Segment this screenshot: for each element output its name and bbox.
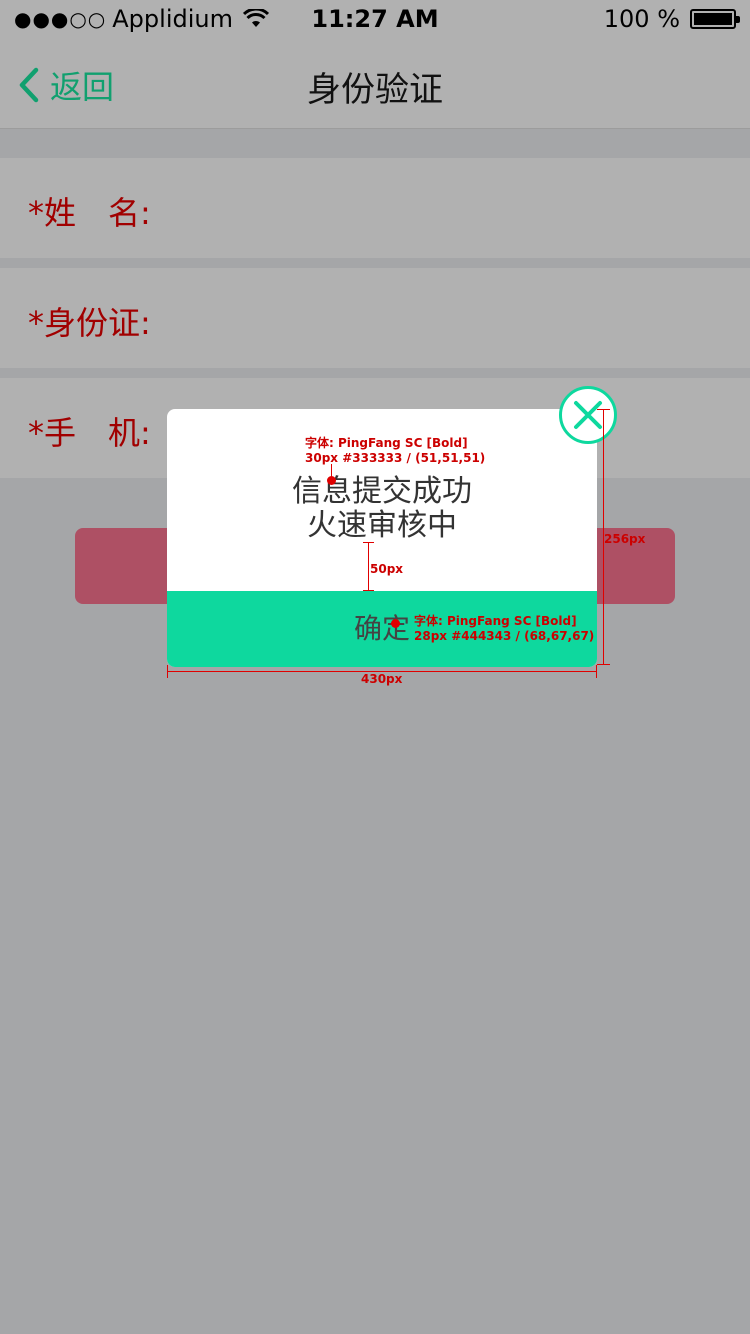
navigation-bar: 返回 身份验证 (0, 40, 750, 129)
gap-measure-line (368, 542, 369, 591)
gap-measure-tick-top (363, 542, 374, 543)
title-font-annotation-line2: 30px #333333 / (51,51,51) (305, 451, 486, 465)
dialog-message-line1: 信息提交成功 (292, 474, 472, 509)
gap-measure-tick-bottom (363, 590, 374, 591)
height-measure-label: 256px (604, 532, 646, 546)
close-icon (574, 401, 602, 429)
battery-percentage: 100 % (603, 5, 680, 33)
id-field-row[interactable]: *身份证: (0, 268, 750, 368)
width-measure-label: 430px (361, 672, 403, 686)
status-right: 100 % (603, 5, 740, 33)
status-bar: ●●●○○ Applidium 11:27 AM 100 % (0, 0, 750, 40)
name-field-row[interactable]: *姓 名: (0, 158, 750, 258)
button-font-annotation-line2: 28px #444343 / (68,67,67) (414, 629, 595, 643)
title-annotation-dot (327, 476, 336, 485)
id-label: *身份证: (28, 304, 151, 342)
button-annotation-dot (391, 619, 400, 628)
gap-measure-label: 50px (370, 562, 404, 576)
width-measure-tick-right (596, 665, 597, 678)
name-label: *姓 名: (28, 194, 151, 232)
page-title: 身份验证 (307, 70, 443, 110)
button-font-annotation-line1: 字体: PingFang SC [Bold] (414, 614, 577, 628)
dialog-message-line2: 火速审核中 (307, 508, 457, 543)
title-font-annotation-line1: 字体: PingFang SC [Bold] (305, 436, 468, 450)
height-measure-tick-top (597, 409, 610, 410)
title-font-annotation: 字体: PingFang SC [Bold] 30px #333333 / (5… (305, 436, 485, 466)
button-font-annotation: 字体: PingFang SC [Bold] 28px #444343 / (6… (414, 614, 594, 644)
dialog-message: 信息提交成功 火速审核中 (167, 475, 597, 543)
width-measure-tick-left (167, 665, 168, 678)
close-button[interactable] (559, 386, 617, 444)
phone-label: *手 机: (28, 414, 151, 452)
height-measure-tick-bottom (597, 664, 610, 665)
battery-icon (690, 9, 740, 29)
